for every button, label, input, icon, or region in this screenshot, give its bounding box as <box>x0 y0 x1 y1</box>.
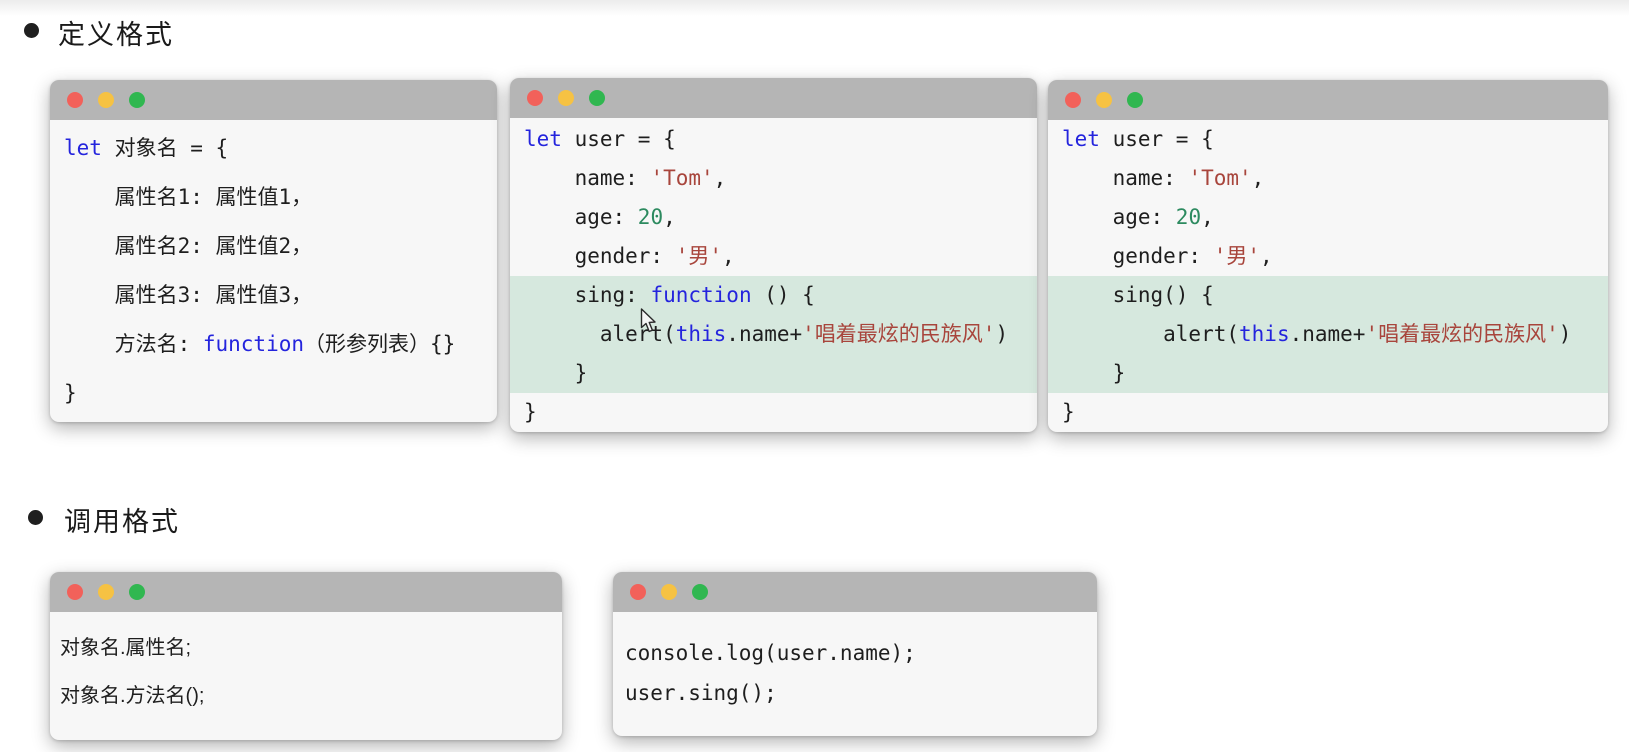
minimize-button[interactable] <box>98 92 114 108</box>
close-button[interactable] <box>1065 92 1081 108</box>
zoom-button[interactable] <box>129 92 145 108</box>
code-window-object-literal-syntax: let 对象名 = { 属性名1: 属性值1， 属性名2: 属性值2， 属性名3… <box>50 80 497 422</box>
code-line: } <box>50 369 497 418</box>
code-line: age: 20, <box>1048 198 1608 237</box>
code-line: } <box>510 393 1037 432</box>
close-button[interactable] <box>67 92 83 108</box>
minimize-button[interactable] <box>661 584 677 600</box>
window-titlebar <box>510 78 1037 118</box>
minimize-button[interactable] <box>1096 92 1112 108</box>
minimize-button[interactable] <box>558 90 574 106</box>
code-window-user-method-shorthand: let user = { name: 'Tom', age: 20, gende… <box>1048 80 1608 432</box>
code-line: 属性名3: 属性值3， <box>50 271 497 320</box>
close-button[interactable] <box>67 584 83 600</box>
code-line: 属性名2: 属性值2， <box>50 222 497 271</box>
top-gradient <box>0 0 1629 16</box>
close-button[interactable] <box>630 584 646 600</box>
window-titlebar <box>50 572 562 612</box>
code-line: } <box>1048 393 1608 432</box>
code-content: let user = { name: 'Tom', age: 20, gende… <box>1048 120 1608 432</box>
code-window-call-example: console.log(user.name);user.sing(); <box>613 572 1097 736</box>
section-bullet <box>24 23 39 38</box>
code-window-call-syntax: 对象名.属性名;对象名.方法名(); <box>50 572 562 740</box>
zoom-button[interactable] <box>1127 92 1143 108</box>
section-heading-call: 调用格式 <box>64 500 180 539</box>
window-titlebar <box>613 572 1097 612</box>
code-content: let user = { name: 'Tom', age: 20, gende… <box>510 118 1037 432</box>
code-line: 方法名: function（形参列表）{} <box>50 320 497 369</box>
zoom-button[interactable] <box>692 584 708 600</box>
window-titlebar <box>1048 80 1608 120</box>
minimize-button[interactable] <box>98 584 114 600</box>
window-titlebar <box>50 80 497 120</box>
code-window-user-function-expression: let user = { name: 'Tom', age: 20, gende… <box>510 78 1037 432</box>
code-line: name: 'Tom', <box>1048 159 1608 198</box>
code-line: 属性名1: 属性值1， <box>50 173 497 222</box>
section-bullet <box>28 510 43 525</box>
section-heading-definition: 定义格式 <box>58 13 174 52</box>
code-line: alert(this.name+'唱着最炫的民族风') <box>510 315 1037 354</box>
code-content: 对象名.属性名;对象名.方法名(); <box>50 612 562 720</box>
code-line: let user = { <box>1048 120 1608 159</box>
code-content: let 对象名 = { 属性名1: 属性值1， 属性名2: 属性值2， 属性名3… <box>50 120 497 418</box>
code-line: gender: '男', <box>510 237 1037 276</box>
code-line: age: 20, <box>510 198 1037 237</box>
code-line: console.log(user.name); <box>613 633 1097 673</box>
code-line: sing() { <box>1048 276 1608 315</box>
zoom-button[interactable] <box>129 584 145 600</box>
code-line: 对象名.属性名; <box>50 624 562 672</box>
code-line: alert(this.name+'唱着最炫的民族风') <box>1048 315 1608 354</box>
code-line: } <box>1048 354 1608 393</box>
code-line: } <box>510 354 1037 393</box>
code-line: name: 'Tom', <box>510 159 1037 198</box>
code-content: console.log(user.name);user.sing(); <box>613 612 1097 713</box>
code-line: gender: '男', <box>1048 237 1608 276</box>
code-line: let 对象名 = { <box>50 124 497 173</box>
close-button[interactable] <box>527 90 543 106</box>
zoom-button[interactable] <box>589 90 605 106</box>
code-line: let user = { <box>510 120 1037 159</box>
code-line: sing: function () { <box>510 276 1037 315</box>
code-line: 对象名.方法名(); <box>50 672 562 720</box>
code-line: user.sing(); <box>613 673 1097 713</box>
